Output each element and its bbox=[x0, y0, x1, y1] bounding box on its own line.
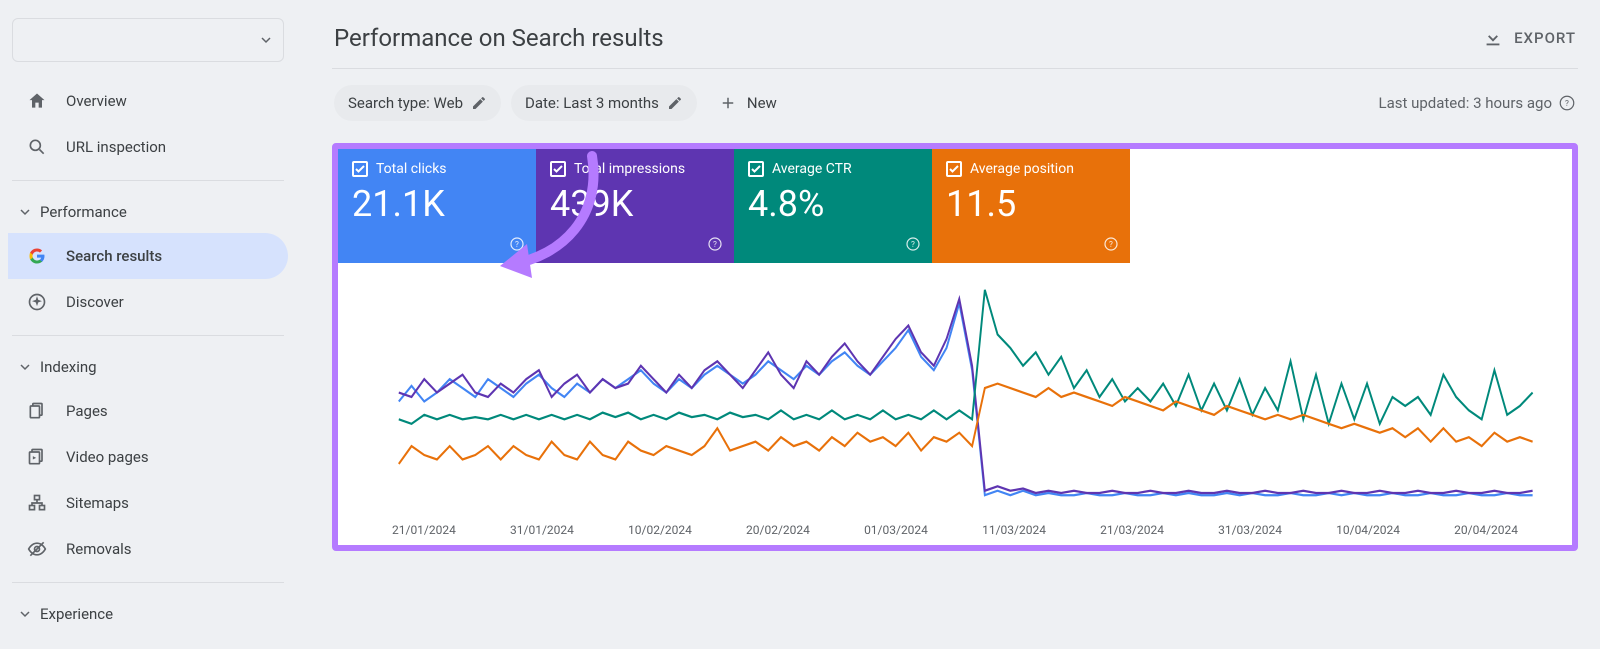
sidebar-item-label: Sitemaps bbox=[66, 494, 129, 512]
metric-label: Total clicks bbox=[376, 161, 447, 177]
chart-x-axis: 21/01/2024 31/01/2024 10/02/2024 20/02/2024… bbox=[356, 521, 1554, 537]
metric-label: Total impressions bbox=[574, 161, 685, 177]
last-updated: Last updated: 3 hours ago ? bbox=[1378, 94, 1576, 112]
x-axis-label: 31/03/2024 bbox=[1218, 523, 1282, 537]
help-icon[interactable]: ? bbox=[1102, 235, 1120, 253]
x-axis-label: 01/03/2024 bbox=[864, 523, 928, 537]
x-axis-label: 11/03/2024 bbox=[982, 523, 1046, 537]
svg-text:?: ? bbox=[1109, 240, 1113, 250]
metric-value: 439K bbox=[550, 183, 720, 225]
google-icon bbox=[26, 245, 48, 267]
sidebar-item-removals[interactable]: Removals bbox=[8, 526, 288, 572]
sitemaps-icon bbox=[26, 492, 48, 514]
add-filter-button[interactable]: New bbox=[707, 85, 789, 121]
pencil-icon bbox=[471, 95, 487, 111]
metric-label: Average position bbox=[970, 161, 1074, 177]
sidebar-item-label: URL inspection bbox=[66, 138, 166, 156]
metric-value: 11.5 bbox=[946, 183, 1116, 225]
sidebar-section-indexing[interactable]: Indexing bbox=[8, 346, 288, 388]
metric-card-ctr[interactable]: Average CTR 4.8% ? bbox=[734, 149, 932, 263]
metric-value: 4.8% bbox=[748, 183, 918, 225]
svg-text:?: ? bbox=[515, 240, 519, 250]
svg-text:?: ? bbox=[713, 240, 717, 250]
svg-text:?: ? bbox=[1565, 99, 1569, 109]
sidebar-item-label: Video pages bbox=[66, 448, 149, 466]
metric-cards: Total clicks 21.1K ? Total impressions 4… bbox=[338, 149, 1572, 263]
divider bbox=[12, 335, 284, 336]
metric-card-impressions[interactable]: Total impressions 439K ? bbox=[536, 149, 734, 263]
filter-bar: Search type: Web Date: Last 3 months New… bbox=[332, 69, 1578, 137]
line-chart bbox=[356, 273, 1554, 521]
section-label: Performance bbox=[40, 203, 127, 221]
help-icon[interactable]: ? bbox=[706, 235, 724, 253]
checkbox-icon bbox=[946, 161, 962, 177]
sidebar-item-discover[interactable]: Discover bbox=[8, 279, 288, 325]
chevron-down-icon bbox=[16, 203, 34, 221]
download-icon bbox=[1482, 27, 1504, 49]
sidebar-item-sitemaps[interactable]: Sitemaps bbox=[8, 480, 288, 526]
divider bbox=[12, 180, 284, 181]
plus-icon bbox=[719, 94, 737, 112]
page-header: Performance on Search results EXPORT bbox=[332, 12, 1578, 69]
metric-value: 21.1K bbox=[352, 183, 522, 225]
sidebar-item-label: Discover bbox=[66, 293, 124, 311]
export-label: EXPORT bbox=[1514, 29, 1576, 47]
help-icon[interactable]: ? bbox=[904, 235, 922, 253]
sidebar-item-search-results[interactable]: Search results bbox=[8, 233, 288, 279]
divider bbox=[12, 582, 284, 583]
discover-icon bbox=[26, 291, 48, 313]
sidebar-item-label: Overview bbox=[66, 92, 127, 110]
x-axis-label: 10/02/2024 bbox=[628, 523, 692, 537]
video-pages-icon bbox=[26, 446, 48, 468]
help-icon[interactable]: ? bbox=[1558, 94, 1576, 112]
sidebar-item-label: Removals bbox=[66, 540, 132, 558]
pages-icon bbox=[26, 400, 48, 422]
export-button[interactable]: EXPORT bbox=[1482, 27, 1576, 49]
search-icon bbox=[26, 136, 48, 158]
last-updated-text: Last updated: 3 hours ago bbox=[1378, 94, 1552, 112]
sidebar-item-video-pages[interactable]: Video pages bbox=[8, 434, 288, 480]
sidebar-item-overview[interactable]: Overview bbox=[8, 78, 288, 124]
property-selector[interactable] bbox=[12, 18, 284, 62]
main-content: Performance on Search results EXPORT Sea… bbox=[296, 0, 1600, 649]
section-label: Indexing bbox=[40, 358, 97, 376]
checkbox-icon bbox=[352, 161, 368, 177]
chart-series bbox=[399, 290, 1533, 424]
chip-date[interactable]: Date: Last 3 months bbox=[511, 85, 697, 121]
x-axis-label: 20/02/2024 bbox=[746, 523, 810, 537]
add-filter-label: New bbox=[747, 94, 777, 112]
sidebar-item-label: Search results bbox=[66, 247, 162, 265]
x-axis-label: 21/01/2024 bbox=[392, 523, 456, 537]
metric-label: Average CTR bbox=[772, 161, 852, 177]
page-title: Performance on Search results bbox=[334, 24, 664, 52]
section-label: Experience bbox=[40, 605, 113, 623]
x-axis-label: 10/04/2024 bbox=[1336, 523, 1400, 537]
sidebar-item-label: Pages bbox=[66, 402, 108, 420]
chip-label: Search type: Web bbox=[348, 94, 463, 112]
chip-search-type[interactable]: Search type: Web bbox=[334, 85, 501, 121]
sidebar-section-performance[interactable]: Performance bbox=[8, 191, 288, 233]
pencil-icon bbox=[667, 95, 683, 111]
checkbox-icon bbox=[550, 161, 566, 177]
help-icon[interactable]: ? bbox=[508, 235, 526, 253]
sidebar-item-pages[interactable]: Pages bbox=[8, 388, 288, 434]
home-icon bbox=[26, 90, 48, 112]
removals-icon bbox=[26, 538, 48, 560]
chip-label: Date: Last 3 months bbox=[525, 94, 659, 112]
chevron-down-icon bbox=[261, 35, 271, 45]
metric-card-clicks[interactable]: Total clicks 21.1K ? bbox=[338, 149, 536, 263]
chart: 21/01/2024 31/01/2024 10/02/2024 20/02/2024… bbox=[338, 263, 1572, 545]
x-axis-label: 20/04/2024 bbox=[1454, 523, 1518, 537]
sidebar-item-url-inspection[interactable]: URL inspection bbox=[8, 124, 288, 170]
x-axis-label: 21/03/2024 bbox=[1100, 523, 1164, 537]
x-axis-label: 31/01/2024 bbox=[510, 523, 574, 537]
svg-text:?: ? bbox=[911, 240, 915, 250]
metric-card-position[interactable]: Average position 11.5 ? bbox=[932, 149, 1130, 263]
chevron-down-icon bbox=[16, 605, 34, 623]
checkbox-icon bbox=[748, 161, 764, 177]
chevron-down-icon bbox=[16, 358, 34, 376]
sidebar-section-experience[interactable]: Experience bbox=[8, 593, 288, 635]
report-card: Total clicks 21.1K ? Total impressions 4… bbox=[332, 143, 1578, 551]
sidebar: Overview URL inspection Performance Sear… bbox=[0, 0, 296, 649]
